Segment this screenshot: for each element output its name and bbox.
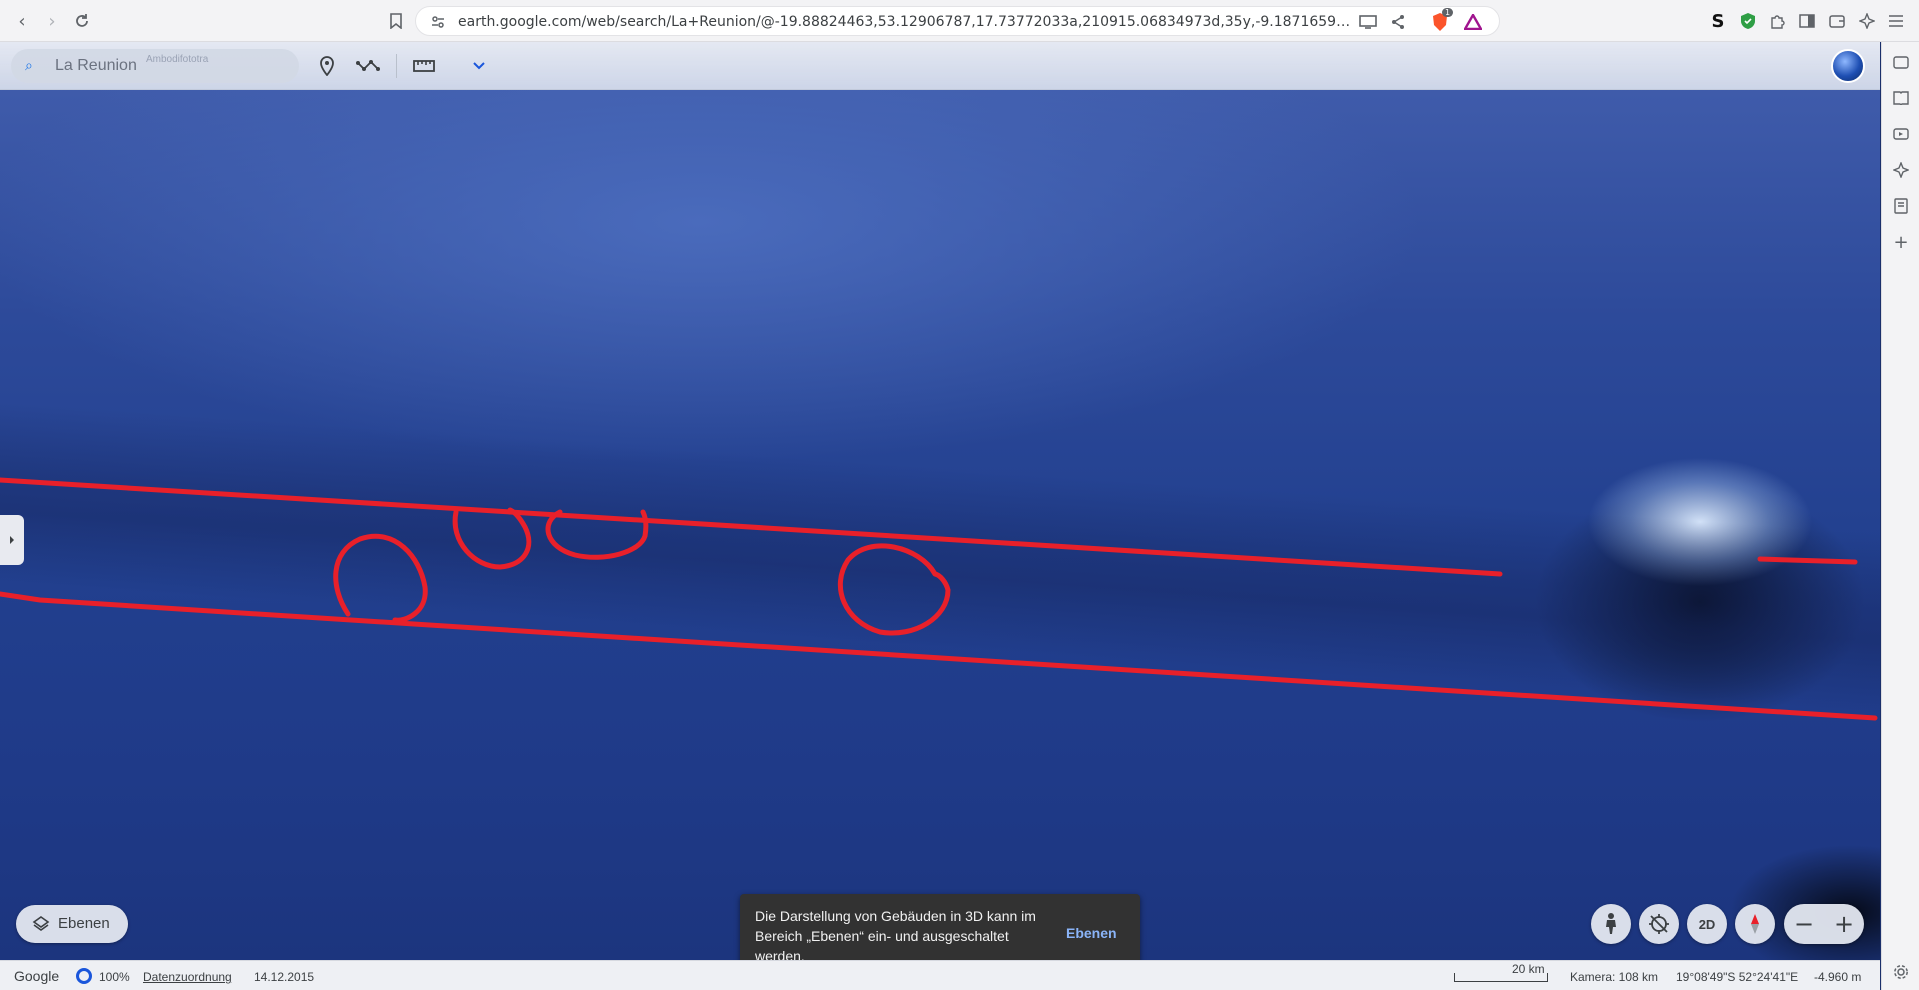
side-panel-toggle[interactable]: [0, 515, 24, 565]
toast-layers-link[interactable]: Ebenen: [1066, 925, 1117, 941]
back-icon[interactable]: ‹: [10, 9, 34, 33]
site-settings-icon[interactable]: [426, 10, 450, 34]
wallet-icon[interactable]: [1825, 9, 1849, 33]
layers-button[interactable]: Ebenen: [16, 905, 128, 943]
address-bar[interactable]: earth.google.com/web/search/La+Reunion/@…: [415, 6, 1500, 36]
brave-rewards-icon[interactable]: [1461, 10, 1485, 34]
sidebar-toggle-icon[interactable]: [1795, 9, 1819, 33]
reading-list-icon[interactable]: [1891, 88, 1911, 108]
leo-ai-icon[interactable]: [1855, 9, 1879, 33]
layers-label: Ebenen: [58, 915, 110, 932]
extension-shield-icon[interactable]: [1736, 9, 1760, 33]
measure-ruler-icon[interactable]: [410, 52, 438, 80]
forward-icon[interactable]: ›: [40, 9, 64, 33]
pegman-icon: [1606, 913, 1616, 934]
scale-label: 20 km: [1512, 962, 1545, 976]
search-input[interactable]: La Reunion: [55, 57, 137, 75]
loading-ring-icon: [76, 968, 92, 984]
pegman-street-view-button[interactable]: [1591, 904, 1631, 944]
attribution-link[interactable]: Datenzuordnung: [143, 970, 232, 984]
annotation-right-dash: [1757, 556, 1858, 565]
search-box[interactable]: ⌕ La Reunion Ambodifototra: [11, 49, 299, 83]
annotation-upper-line: [0, 477, 1503, 577]
view-2d-button[interactable]: 2D: [1687, 904, 1727, 944]
browser-side-panel: +: [1881, 42, 1919, 990]
draw-path-icon[interactable]: [354, 52, 382, 80]
camera-altitude: Kamera: 108 km: [1570, 970, 1659, 984]
annotation-circle-4: [837, 543, 951, 636]
share-icon[interactable]: [1386, 10, 1410, 34]
bookmarks-icon[interactable]: [1891, 196, 1911, 216]
zoom-out-button[interactable]: −: [1784, 904, 1824, 944]
extensions-puzzle-icon[interactable]: [1765, 9, 1789, 33]
account-avatar[interactable]: [1831, 49, 1865, 83]
wallet-icon[interactable]: [1891, 52, 1911, 72]
reload-icon[interactable]: [70, 9, 94, 33]
leo-ai-icon[interactable]: [1891, 160, 1911, 180]
browser-toolbar: ‹ › earth.google.com/web/search/La+Reuni…: [0, 0, 1919, 42]
compass-icon: [1751, 914, 1759, 934]
google-logo: Google: [14, 968, 60, 984]
url-text: earth.google.com/web/search/La+Reunion/@…: [458, 14, 1358, 30]
shields-badge: 1: [1442, 8, 1454, 17]
toast-message: Die Darstellung von Gebäuden in 3D kann …: [755, 908, 1036, 964]
loading-percent: 100%: [99, 970, 130, 984]
search-icon: ⌕: [25, 58, 33, 74]
annotation-circle-1: [333, 533, 428, 623]
annotation-circle-2: [452, 507, 532, 570]
add-panel-icon[interactable]: +: [1891, 232, 1911, 253]
extension-s-icon[interactable]: S: [1706, 9, 1730, 33]
red-annotation-overlay: [0, 477, 1878, 721]
earth-toolbar: ⌕ La Reunion Ambodifototra: [0, 42, 1880, 90]
imagery-date: 14.12.2015: [254, 970, 315, 984]
zoom-control: − +: [1784, 904, 1864, 944]
tilt-off-icon: [1649, 914, 1669, 934]
bookmark-icon[interactable]: [384, 9, 408, 33]
chevron-right-icon: [10, 536, 14, 544]
chevron-down-icon[interactable]: [465, 52, 493, 80]
playlist-icon[interactable]: [1891, 124, 1911, 144]
status-bar: Google 100% Datenzuordnung 14.12.2015 20…: [0, 960, 1880, 990]
toggle-tilt-button[interactable]: [1639, 904, 1679, 944]
cast-icon[interactable]: [1356, 10, 1380, 34]
sidebar-settings-gear-icon[interactable]: [1891, 962, 1911, 982]
compass-button[interactable]: [1735, 904, 1775, 944]
zoom-in-button[interactable]: +: [1824, 904, 1864, 944]
layers-icon: [32, 916, 50, 931]
search-ghost-label: Ambodifototra: [146, 54, 209, 65]
add-placemark-icon[interactable]: [313, 52, 341, 80]
cursor-coordinates: 19°08'49"S 52°24'41"E: [1676, 970, 1799, 984]
cursor-elevation: -4.960 m: [1814, 970, 1862, 984]
toolbar-divider: [396, 54, 397, 78]
brave-shields-icon[interactable]: 1: [1428, 8, 1454, 34]
menu-icon[interactable]: [1884, 9, 1908, 33]
earth-3d-view[interactable]: [0, 42, 1880, 960]
